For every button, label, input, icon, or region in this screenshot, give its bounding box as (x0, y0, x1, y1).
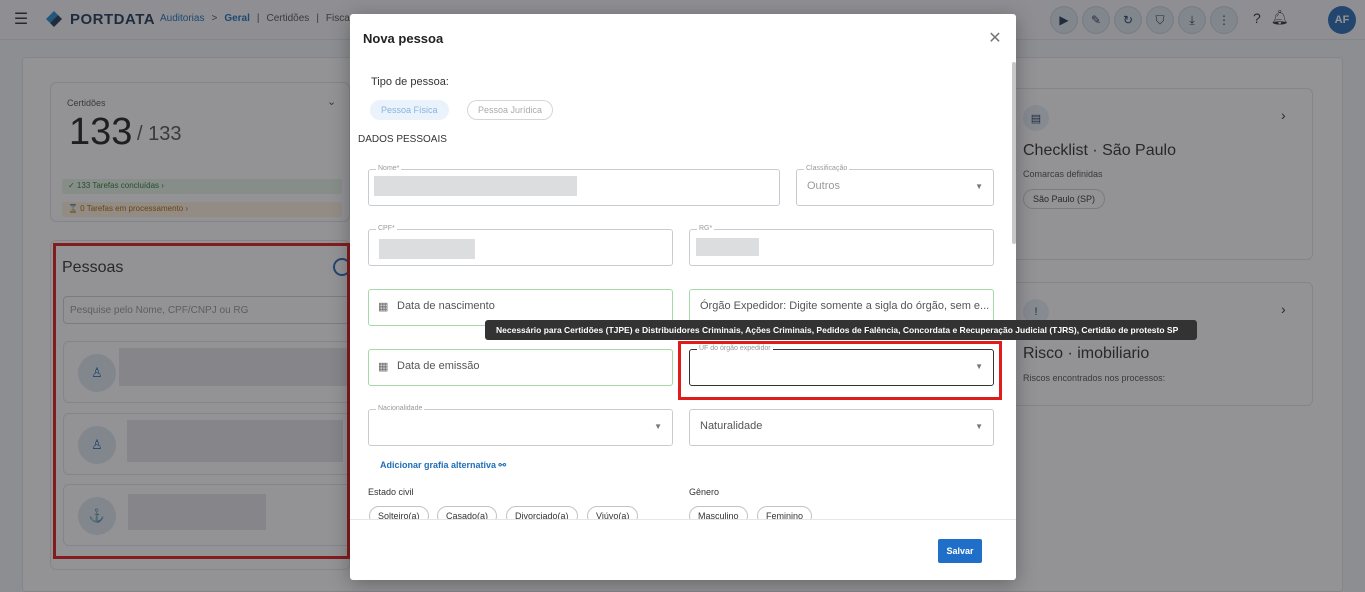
redacted-block (379, 239, 475, 259)
calendar-icon: ▦ (378, 301, 389, 313)
field-label: Nome* (376, 165, 402, 172)
link-icon: ⚯ (496, 460, 507, 470)
estado-civil-solteiro[interactable]: Solteiro(a) (369, 506, 429, 520)
section-title: DADOS PESSOAIS (358, 134, 447, 145)
data-emissao-placeholder: Data de emissão (397, 360, 480, 372)
tipo-fisica-chip[interactable]: Pessoa Física (370, 100, 449, 120)
naturalidade-select[interactable]: Naturalidade ▼ (689, 409, 994, 446)
classificacao-value: Outros (807, 180, 841, 192)
save-button[interactable]: Salvar (938, 539, 982, 563)
estado-civil-label: Estado civil (368, 487, 414, 497)
calendar-icon: ▦ (378, 361, 389, 373)
nova-pessoa-dialog: Nova pessoa ✕ Tipo de pessoa: Pessoa Fís… (350, 14, 1016, 580)
dropdown-arrow-icon: ▼ (654, 422, 662, 431)
data-emissao-field[interactable]: ▦ Data de emissão (368, 349, 673, 386)
highlight-box-uf (678, 341, 1002, 400)
dialog-title: Nova pessoa (363, 31, 444, 46)
nome-field[interactable]: Nome* (368, 165, 780, 206)
estado-civil-divorciado[interactable]: Divorciado(a) (506, 506, 578, 520)
genero-masculino[interactable]: Masculino (689, 506, 748, 520)
redacted-block (374, 176, 577, 196)
genero-label: Gênero (689, 487, 720, 497)
dropdown-arrow-icon: ▼ (975, 422, 983, 431)
adicionar-grafia-link[interactable]: Adicionar grafia alternativa ⚯ (380, 460, 506, 471)
tooltip: Necessário para Certidões (TJPE) e Distr… (485, 320, 1197, 340)
field-label: RG* (697, 225, 715, 232)
close-icon[interactable]: ✕ (986, 29, 1004, 47)
nacionalidade-select[interactable]: Nacionalidade ▼ (368, 405, 673, 446)
field-label: Classificação (804, 165, 850, 172)
estado-civil-viuvo[interactable]: Viúvo(a) (587, 506, 639, 520)
field-label: CPF* (376, 225, 397, 232)
dialog-body: Tipo de pessoa: Pessoa Física Pessoa Jur… (350, 66, 1016, 520)
redacted-block (696, 238, 759, 256)
rg-field[interactable]: RG* (689, 225, 994, 266)
tipo-pessoa-label: Tipo de pessoa: (371, 76, 449, 88)
naturalidade-placeholder: Naturalidade (700, 420, 763, 432)
data-nascimento-placeholder: Data de nascimento (397, 300, 495, 312)
dialog-footer: Salvar (350, 519, 1016, 580)
genero-feminino[interactable]: Feminino (757, 506, 813, 520)
estado-civil-casado[interactable]: Casado(a) (437, 506, 498, 520)
field-label: Nacionalidade (376, 405, 425, 412)
tipo-juridica-chip[interactable]: Pessoa Jurídica (467, 100, 554, 120)
dropdown-arrow-icon: ▼ (975, 182, 983, 191)
cpf-field[interactable]: CPF* (368, 225, 673, 266)
classificacao-select[interactable]: Classificação Outros ▼ (796, 165, 994, 206)
orgao-expedidor-placeholder: Órgão Expedidor: Digite somente a sigla … (700, 300, 990, 312)
adicionar-grafia-label: Adicionar grafia alternativa (380, 460, 497, 470)
